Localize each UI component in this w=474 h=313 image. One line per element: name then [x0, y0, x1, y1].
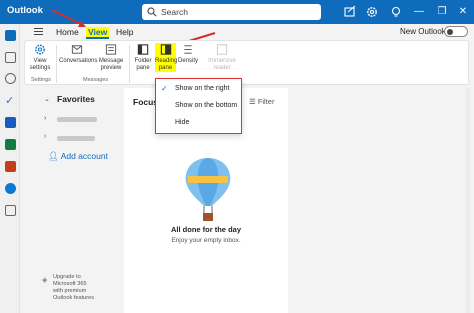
group-divider: [129, 45, 130, 83]
new-outlook-label: New Outlook: [400, 27, 446, 36]
toggle-knob: [447, 29, 453, 35]
title-bar: Outlook Search — ❐ ✕: [0, 0, 474, 24]
reading-pane-button[interactable]: Reading pane: [155, 43, 178, 72]
compose-icon[interactable]: [343, 5, 357, 19]
diamond-icon: ◈: [42, 277, 48, 284]
reading-pane-menu: ✓ Show on the right Show on the bottom H…: [155, 78, 242, 134]
view-settings-label: View settings: [29, 58, 51, 71]
people-icon[interactable]: [5, 73, 16, 84]
account-name-blurred[interactable]: [57, 117, 97, 122]
messages-group-label: Messages: [83, 77, 109, 83]
density-label: Density: [177, 58, 198, 64]
search-placeholder: Search: [161, 7, 188, 17]
hot-air-balloon-illustration: [185, 158, 231, 221]
scrollbar[interactable]: [466, 88, 470, 313]
hamburger-menu-icon[interactable]: [34, 28, 43, 35]
search-icon: [147, 7, 157, 17]
person-add-icon: 👤︎: [48, 151, 61, 161]
word-icon[interactable]: [5, 117, 16, 128]
tab-home[interactable]: Home: [56, 27, 79, 37]
immersive-reader-button: Immersive reader: [207, 43, 237, 72]
ribbon-tabs: Home View Help New Outlook: [20, 24, 474, 40]
todo-check-icon[interactable]: ✓: [5, 96, 16, 107]
empty-inbox-subtitle: Enjoy your empty inbox.: [171, 237, 241, 244]
view-settings-button[interactable]: View settings: [28, 43, 52, 72]
minimize-button[interactable]: —: [412, 5, 426, 19]
folder-pane-label: Folder pane: [134, 58, 152, 71]
account-name-blurred[interactable]: [57, 136, 95, 141]
tab-view[interactable]: View: [86, 27, 110, 39]
ribbon: View settings Settings Conversations Mes…: [24, 40, 469, 85]
favorites-header[interactable]: Favorites: [57, 94, 95, 104]
menu-item-show-bottom[interactable]: Show on the bottom: [175, 102, 237, 109]
menu-item-hide[interactable]: Hide: [175, 119, 189, 126]
add-account-label: Add account: [60, 151, 108, 161]
menu-item-show-right[interactable]: Show on the right: [175, 85, 229, 92]
filter-label: Filter: [257, 97, 275, 106]
conversations-label: Conversations: [59, 58, 98, 64]
settings-icon[interactable]: [365, 5, 379, 19]
apps-grid-icon[interactable]: [5, 205, 16, 216]
conversations-button[interactable]: Conversations: [59, 43, 98, 65]
upgrade-banner[interactable]: Upgrade to Microsoft 365 with premium Ou…: [53, 274, 94, 302]
filter-button[interactable]: ☰ Filter: [249, 97, 274, 106]
new-outlook-toggle[interactable]: [444, 26, 468, 37]
search-box[interactable]: Search: [142, 4, 321, 20]
conversations-icon: [71, 45, 83, 54]
app-rail: ✓: [0, 24, 20, 313]
message-preview-label: Message preview: [98, 58, 124, 71]
powerpoint-icon[interactable]: [5, 161, 16, 172]
message-preview-button[interactable]: Message preview: [97, 43, 125, 72]
onedrive-icon[interactable]: [5, 183, 16, 194]
chevron-down-icon[interactable]: ⌄: [44, 95, 50, 103]
reading-pane-label: Reading pane: [155, 58, 178, 71]
filter-icon: ☰: [249, 97, 258, 106]
excel-icon[interactable]: [5, 139, 16, 150]
immersive-reader-icon: [216, 44, 228, 55]
app-title: Outlook: [7, 5, 43, 16]
folder-pane-button[interactable]: Folder pane: [132, 43, 154, 72]
tab-help[interactable]: Help: [116, 27, 133, 37]
maximize-button[interactable]: ❐: [435, 5, 449, 19]
density-icon: [184, 45, 192, 54]
chevron-right-icon[interactable]: ›: [44, 115, 46, 122]
mail-icon[interactable]: [5, 30, 16, 41]
chevron-right-icon[interactable]: ›: [44, 133, 46, 140]
calendar-icon[interactable]: [5, 52, 16, 63]
checkmark-icon: ✓: [161, 84, 168, 93]
empty-inbox-title: All done for the day: [170, 225, 241, 234]
settings-group-label: Settings: [31, 77, 51, 83]
group-divider: [56, 45, 57, 83]
add-account-link[interactable]: 👤︎ Add account: [48, 151, 108, 162]
message-preview-icon: [105, 44, 117, 55]
upgrade-text: Upgrade to Microsoft 365 with premium Ou…: [53, 274, 95, 301]
folder-pane-icon: [137, 44, 149, 55]
lightbulb-icon[interactable]: [389, 5, 403, 19]
folder-pane: ⌄ Favorites › › 👤︎ Add account ◈ Upgrade…: [20, 86, 122, 313]
gear-icon: [35, 44, 45, 55]
close-button[interactable]: ✕: [456, 5, 470, 19]
reading-pane-icon: [160, 44, 171, 55]
immersive-reader-label: Immersive reader: [208, 58, 236, 71]
density-button[interactable]: Density: [177, 43, 199, 65]
